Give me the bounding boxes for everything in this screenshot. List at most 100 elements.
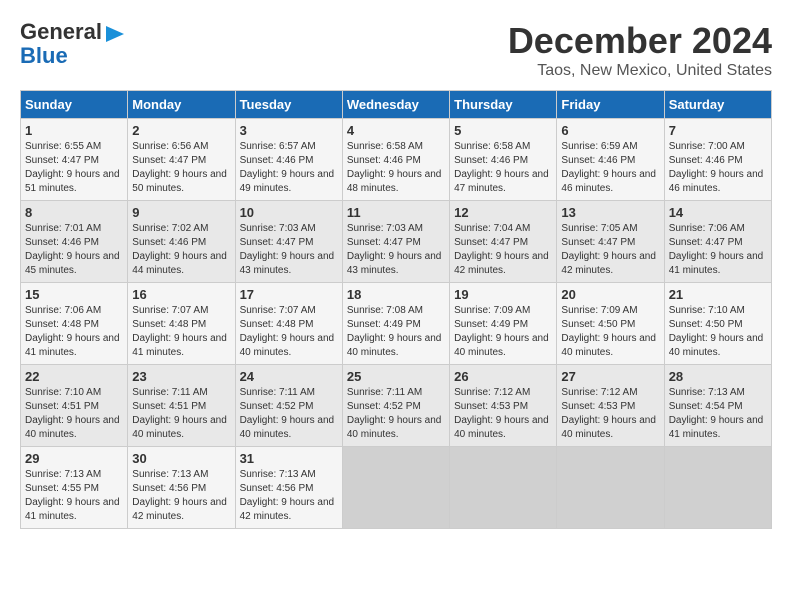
day-info: Sunrise: 6:59 AM Sunset: 4:46 PM Dayligh… [561,140,659,196]
day-info: Sunrise: 7:06 AM Sunset: 4:48 PM Dayligh… [25,304,123,360]
day-info: Sunrise: 7:12 AM Sunset: 4:53 PM Dayligh… [561,386,659,442]
day-info: Sunrise: 7:07 AM Sunset: 4:48 PM Dayligh… [240,304,338,360]
calendar-cell: 18 Sunrise: 7:08 AM Sunset: 4:49 PM Dayl… [342,283,449,365]
day-number: 16 [132,287,230,302]
day-number: 19 [454,287,552,302]
day-info: Sunrise: 7:10 AM Sunset: 4:50 PM Dayligh… [669,304,767,360]
day-info: Sunrise: 7:02 AM Sunset: 4:46 PM Dayligh… [132,222,230,278]
day-info: Sunrise: 7:07 AM Sunset: 4:48 PM Dayligh… [132,304,230,360]
day-number: 29 [25,451,123,466]
column-header-sunday: Sunday [21,91,128,119]
calendar-cell: 1 Sunrise: 6:55 AM Sunset: 4:47 PM Dayli… [21,119,128,201]
calendar-cell: 30 Sunrise: 7:13 AM Sunset: 4:56 PM Dayl… [128,447,235,529]
column-header-friday: Friday [557,91,664,119]
day-info: Sunrise: 7:05 AM Sunset: 4:47 PM Dayligh… [561,222,659,278]
page-header: General Blue December 2024 Taos, New Mex… [20,20,772,80]
day-info: Sunrise: 7:00 AM Sunset: 4:46 PM Dayligh… [669,140,767,196]
day-info: Sunrise: 7:10 AM Sunset: 4:51 PM Dayligh… [25,386,123,442]
week-row-4: 22 Sunrise: 7:10 AM Sunset: 4:51 PM Dayl… [21,365,772,447]
day-info: Sunrise: 6:58 AM Sunset: 4:46 PM Dayligh… [454,140,552,196]
calendar-cell: 16 Sunrise: 7:07 AM Sunset: 4:48 PM Dayl… [128,283,235,365]
week-row-2: 8 Sunrise: 7:01 AM Sunset: 4:46 PM Dayli… [21,201,772,283]
day-number: 8 [25,205,123,220]
day-info: Sunrise: 7:13 AM Sunset: 4:56 PM Dayligh… [132,468,230,524]
day-number: 5 [454,123,552,138]
calendar-cell: 12 Sunrise: 7:04 AM Sunset: 4:47 PM Dayl… [450,201,557,283]
header-row: SundayMondayTuesdayWednesdayThursdayFrid… [21,91,772,119]
calendar-cell: 28 Sunrise: 7:13 AM Sunset: 4:54 PM Dayl… [664,365,771,447]
column-header-wednesday: Wednesday [342,91,449,119]
day-info: Sunrise: 7:11 AM Sunset: 4:52 PM Dayligh… [240,386,338,442]
calendar-cell: 23 Sunrise: 7:11 AM Sunset: 4:51 PM Dayl… [128,365,235,447]
day-number: 25 [347,369,445,384]
day-number: 31 [240,451,338,466]
day-number: 21 [669,287,767,302]
subtitle: Taos, New Mexico, United States [508,62,772,80]
calendar-cell: 13 Sunrise: 7:05 AM Sunset: 4:47 PM Dayl… [557,201,664,283]
day-number: 4 [347,123,445,138]
column-header-thursday: Thursday [450,91,557,119]
day-info: Sunrise: 6:56 AM Sunset: 4:47 PM Dayligh… [132,140,230,196]
logo: General Blue [20,20,124,68]
week-row-5: 29 Sunrise: 7:13 AM Sunset: 4:55 PM Dayl… [21,447,772,529]
day-number: 3 [240,123,338,138]
day-number: 22 [25,369,123,384]
logo-arrow-icon [106,24,124,49]
calendar-cell: 6 Sunrise: 6:59 AM Sunset: 4:46 PM Dayli… [557,119,664,201]
calendar-cell: 29 Sunrise: 7:13 AM Sunset: 4:55 PM Dayl… [21,447,128,529]
calendar-cell: 2 Sunrise: 6:56 AM Sunset: 4:47 PM Dayli… [128,119,235,201]
week-row-1: 1 Sunrise: 6:55 AM Sunset: 4:47 PM Dayli… [21,119,772,201]
day-info: Sunrise: 6:57 AM Sunset: 4:46 PM Dayligh… [240,140,338,196]
calendar-header: SundayMondayTuesdayWednesdayThursdayFrid… [21,91,772,119]
calendar-cell: 22 Sunrise: 7:10 AM Sunset: 4:51 PM Dayl… [21,365,128,447]
day-number: 28 [669,369,767,384]
calendar-body: 1 Sunrise: 6:55 AM Sunset: 4:47 PM Dayli… [21,119,772,529]
day-info: Sunrise: 7:13 AM Sunset: 4:54 PM Dayligh… [669,386,767,442]
calendar-cell: 4 Sunrise: 6:58 AM Sunset: 4:46 PM Dayli… [342,119,449,201]
calendar-cell [342,447,449,529]
calendar-cell: 8 Sunrise: 7:01 AM Sunset: 4:46 PM Dayli… [21,201,128,283]
day-number: 12 [454,205,552,220]
day-number: 23 [132,369,230,384]
calendar-cell: 14 Sunrise: 7:06 AM Sunset: 4:47 PM Dayl… [664,201,771,283]
day-info: Sunrise: 7:11 AM Sunset: 4:51 PM Dayligh… [132,386,230,442]
calendar-cell: 25 Sunrise: 7:11 AM Sunset: 4:52 PM Dayl… [342,365,449,447]
day-number: 9 [132,205,230,220]
day-number: 17 [240,287,338,302]
day-info: Sunrise: 7:13 AM Sunset: 4:55 PM Dayligh… [25,468,123,524]
logo-text: General Blue [20,20,102,68]
day-number: 24 [240,369,338,384]
day-number: 10 [240,205,338,220]
calendar-cell: 7 Sunrise: 7:00 AM Sunset: 4:46 PM Dayli… [664,119,771,201]
calendar-cell: 15 Sunrise: 7:06 AM Sunset: 4:48 PM Dayl… [21,283,128,365]
day-info: Sunrise: 7:03 AM Sunset: 4:47 PM Dayligh… [347,222,445,278]
calendar-cell: 3 Sunrise: 6:57 AM Sunset: 4:46 PM Dayli… [235,119,342,201]
day-info: Sunrise: 6:55 AM Sunset: 4:47 PM Dayligh… [25,140,123,196]
day-number: 2 [132,123,230,138]
day-info: Sunrise: 7:04 AM Sunset: 4:47 PM Dayligh… [454,222,552,278]
calendar-cell: 10 Sunrise: 7:03 AM Sunset: 4:47 PM Dayl… [235,201,342,283]
day-number: 18 [347,287,445,302]
day-info: Sunrise: 6:58 AM Sunset: 4:46 PM Dayligh… [347,140,445,196]
calendar-cell: 20 Sunrise: 7:09 AM Sunset: 4:50 PM Dayl… [557,283,664,365]
column-header-monday: Monday [128,91,235,119]
title-section: December 2024 Taos, New Mexico, United S… [508,20,772,80]
calendar-cell: 21 Sunrise: 7:10 AM Sunset: 4:50 PM Dayl… [664,283,771,365]
day-info: Sunrise: 7:11 AM Sunset: 4:52 PM Dayligh… [347,386,445,442]
day-number: 1 [25,123,123,138]
calendar-table: SundayMondayTuesdayWednesdayThursdayFrid… [20,90,772,529]
calendar-cell: 11 Sunrise: 7:03 AM Sunset: 4:47 PM Dayl… [342,201,449,283]
day-number: 20 [561,287,659,302]
calendar-cell: 27 Sunrise: 7:12 AM Sunset: 4:53 PM Dayl… [557,365,664,447]
day-info: Sunrise: 7:03 AM Sunset: 4:47 PM Dayligh… [240,222,338,278]
day-number: 15 [25,287,123,302]
calendar-cell: 24 Sunrise: 7:11 AM Sunset: 4:52 PM Dayl… [235,365,342,447]
day-number: 6 [561,123,659,138]
calendar-cell [450,447,557,529]
day-number: 27 [561,369,659,384]
week-row-3: 15 Sunrise: 7:06 AM Sunset: 4:48 PM Dayl… [21,283,772,365]
calendar-cell: 19 Sunrise: 7:09 AM Sunset: 4:49 PM Dayl… [450,283,557,365]
day-info: Sunrise: 7:09 AM Sunset: 4:49 PM Dayligh… [454,304,552,360]
day-number: 14 [669,205,767,220]
calendar-cell: 17 Sunrise: 7:07 AM Sunset: 4:48 PM Dayl… [235,283,342,365]
